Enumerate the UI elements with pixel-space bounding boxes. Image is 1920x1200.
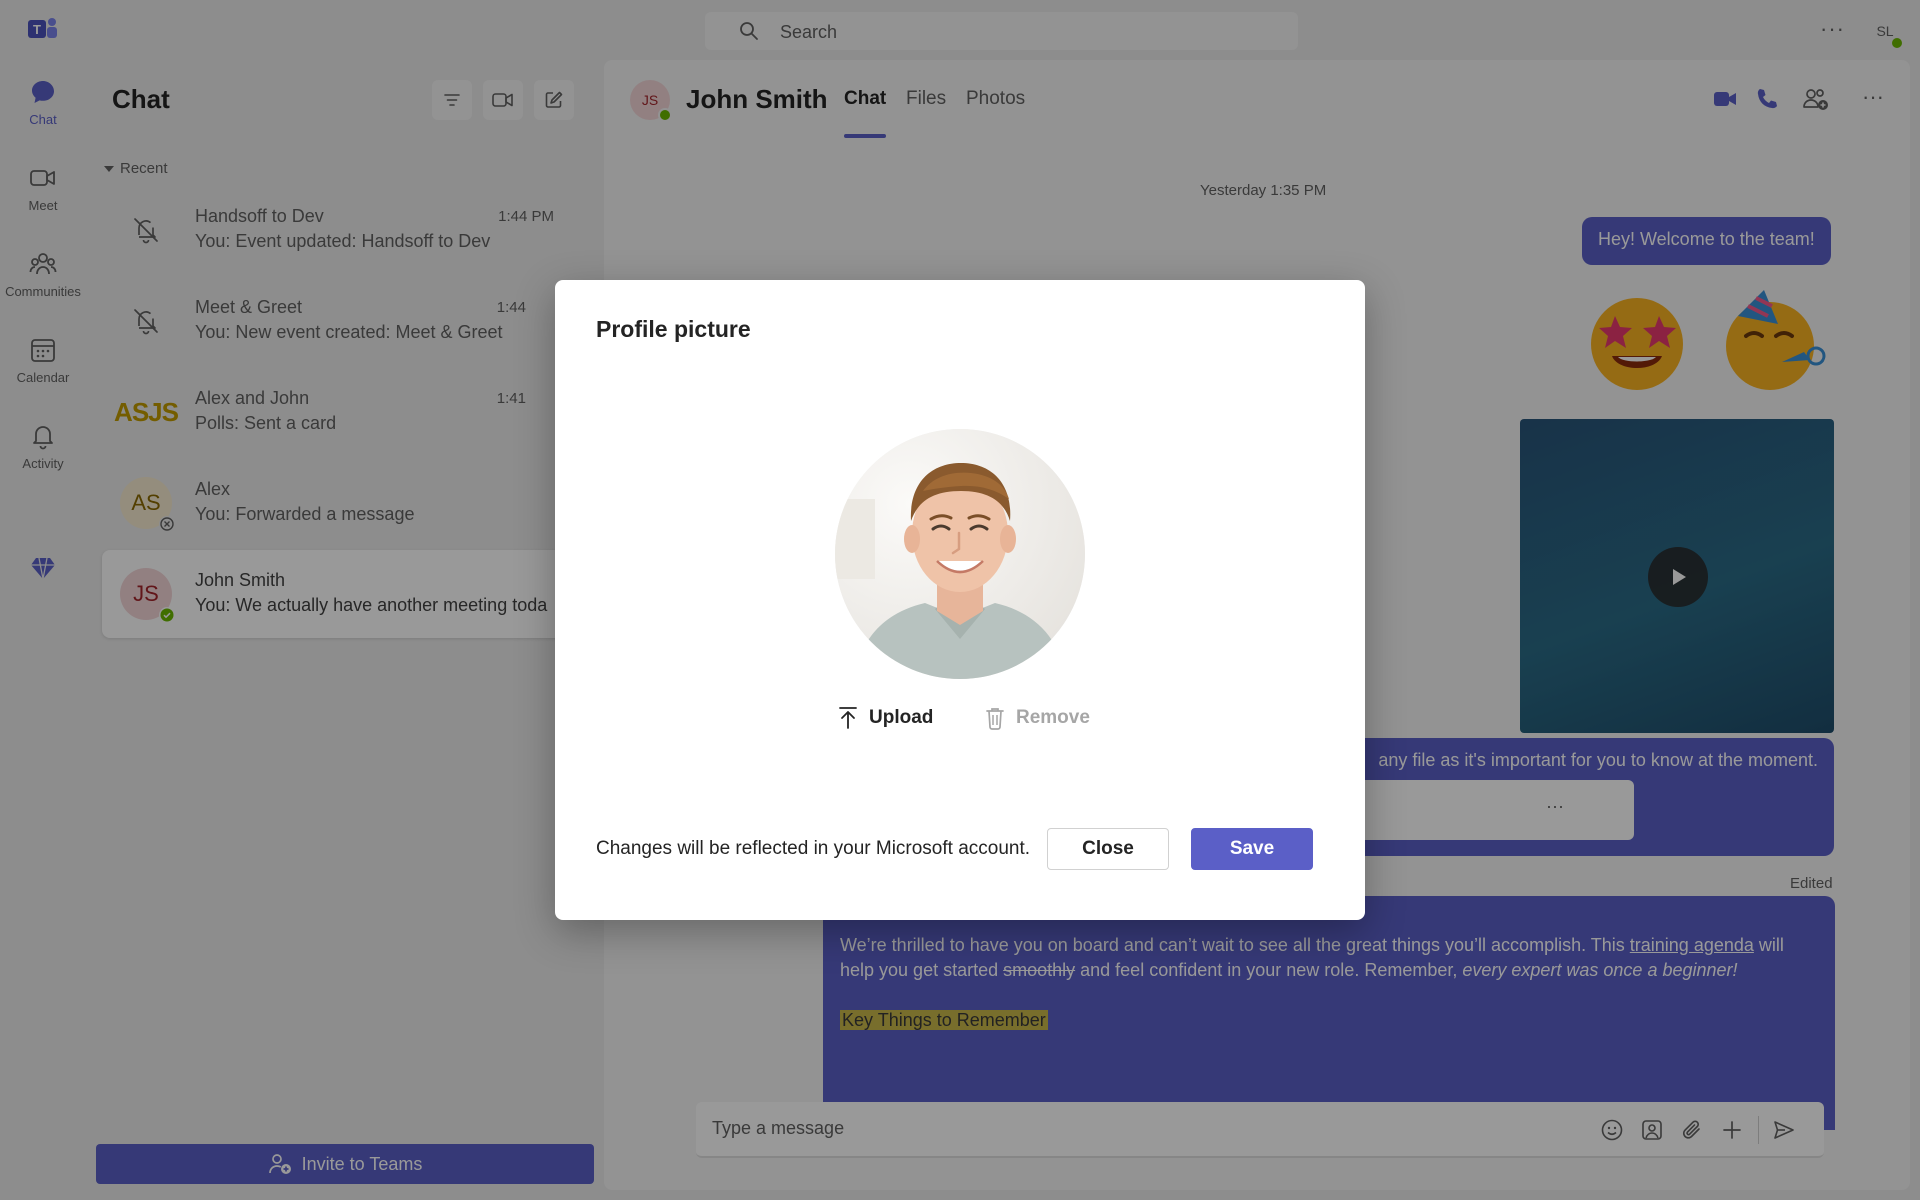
remove-label: Remove [1016,707,1090,728]
close-button[interactable]: Close [1047,828,1169,870]
remove-button[interactable]: Remove [984,706,1090,730]
upload-button[interactable]: Upload [837,706,933,730]
trash-icon [986,708,1004,730]
upload-label: Upload [869,707,934,728]
upload-icon [839,707,857,729]
profile-photo-image [835,429,1085,679]
save-button[interactable]: Save [1191,828,1313,870]
profile-photo [835,429,1085,679]
dialog-title: Profile picture [596,316,751,342]
dialog-note: Changes will be reflected in your Micros… [596,838,1031,859]
profile-picture-dialog: Profile picture Upload Remove Changes wi… [555,280,1365,920]
